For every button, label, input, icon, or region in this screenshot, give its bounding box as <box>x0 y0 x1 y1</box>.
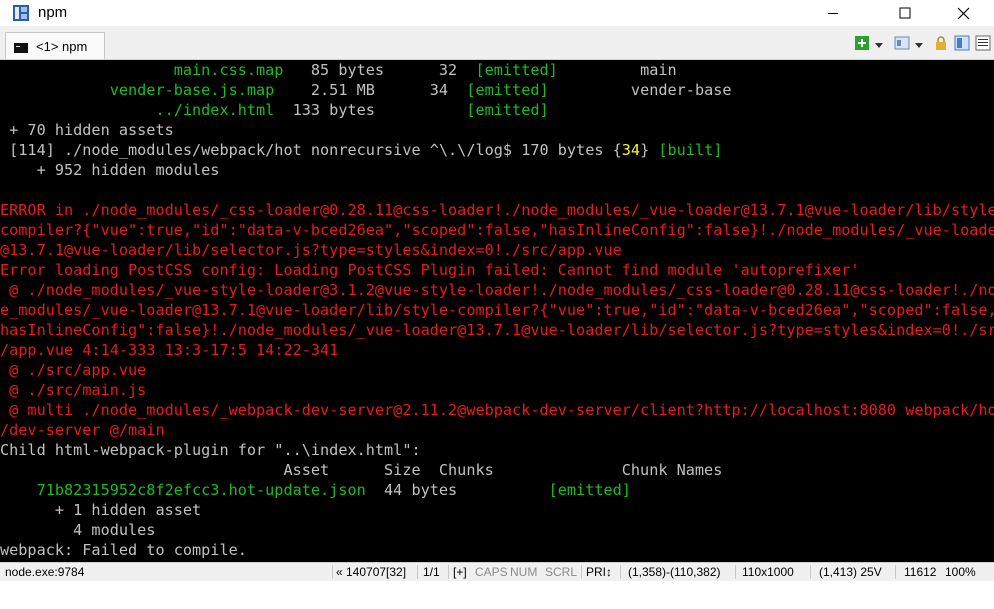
close-icon <box>957 7 969 19</box>
console-text: [emitted] <box>466 101 549 119</box>
console-text: 44 bytes <box>365 481 549 499</box>
tab-npm[interactable]: <1> npm <box>5 32 105 59</box>
console-text: @ multi ./node_modules/_webpack-dev-serv… <box>0 401 994 419</box>
title-bar: npm <box>0 0 994 26</box>
console-line: 4 modules <box>0 520 994 540</box>
console-text: + 952 hidden modules <box>0 161 220 179</box>
console-text: [built] <box>658 141 723 159</box>
status-page: 1/1 <box>423 565 440 579</box>
tab-label: <1> npm <box>36 38 88 54</box>
console-text: main <box>557 61 677 79</box>
console-line: webpack: Failed to compile. <box>0 540 994 560</box>
console-line: Asset Size Chunks Chunk Names <box>0 460 994 480</box>
console-icon <box>14 41 28 53</box>
menu-icon[interactable] <box>975 35 991 51</box>
console-text: /app.vue 4:14-333 13:3-17:5 14:22-341 <box>0 341 339 359</box>
console-text: Child html-webpack-plugin for "..\index.… <box>0 441 421 459</box>
console-line: @ ./node_modules/_vue-style-loader@3.1.2… <box>0 280 994 300</box>
console-text: [emitted] <box>548 481 631 499</box>
console-text: 4 modules <box>0 521 156 539</box>
status-caps: CAPS <box>475 565 508 579</box>
console-text: 133 bytes <box>274 101 467 119</box>
status-process: node.exe:9784 <box>5 565 85 579</box>
status-buffer-size: 110x1000 <box>742 565 794 579</box>
console-line: 71b82315952c8f2efcc3.hot-update.json 44 … <box>0 480 994 500</box>
status-scrl: SCRL <box>545 565 578 579</box>
console-text: 34 <box>621 141 641 159</box>
close-button[interactable] <box>940 0 986 26</box>
status-insert-mode: [+] <box>453 565 467 579</box>
console-text: + 70 hidden assets <box>0 121 174 139</box>
console-line: compiler?{"vue":true,"id":"data-v-bced26… <box>0 220 994 240</box>
minimize-button[interactable] <box>810 0 856 26</box>
console-text: /dev-server @/main <box>0 421 165 439</box>
console-line: ../index.html 133 bytes [emitted] <box>0 100 994 120</box>
maximize-icon <box>899 7 911 19</box>
console-text: [emitted] <box>466 81 549 99</box>
console-line: /app.vue 4:14-333 13:3-17:5 14:22-341 <box>0 340 994 360</box>
console-text: @ ./src/app.vue <box>0 361 147 379</box>
console-line: ERROR in ./node_modules/_css-loader@0.28… <box>0 200 994 220</box>
lock-icon[interactable] <box>933 35 949 51</box>
console-text: [emitted] <box>475 61 558 79</box>
console-text: @ ./src/main.js <box>0 381 147 399</box>
console-line: + 952 hidden modules <box>0 160 994 180</box>
console-text: } <box>640 141 659 159</box>
status-position: « 140707[32] <box>336 565 407 579</box>
status-selection: (1,358)-(110,382) <box>628 565 721 579</box>
console-text: vender-base.js.map <box>0 81 275 99</box>
status-zoom: 100% <box>945 565 976 579</box>
console-line: + 1 hidden asset <box>0 500 994 520</box>
console-output[interactable]: main.css.map 85 bytes 32 [emitted] main … <box>0 60 994 562</box>
window-icon[interactable] <box>894 35 910 51</box>
console-line: vender-base.js.map 2.51 MB 34 [emitted] … <box>0 80 994 100</box>
console-line: Child html-webpack-plugin for "..\index.… <box>0 440 994 460</box>
new-console-icon[interactable] <box>854 35 870 51</box>
tab-bar: <1> npm <box>0 26 994 60</box>
console-line: [114] ./node_modules/webpack/hot nonrecu… <box>0 140 994 160</box>
resize-grip-icon[interactable] <box>981 567 994 609</box>
dropdown-arrow-icon[interactable] <box>914 37 924 48</box>
console-line: @ ./src/main.js <box>0 380 994 400</box>
minimize-icon <box>828 13 838 14</box>
status-num: NUM <box>510 565 538 579</box>
console-line: @ multi ./node_modules/_webpack-dev-serv… <box>0 400 994 420</box>
console-text: ../index.html <box>0 101 275 119</box>
status-bar: node.exe:9784 « 140707[32] 1/1 [+] CAPS … <box>0 562 994 581</box>
console-text: 85 bytes 32 <box>283 61 476 79</box>
maximize-button[interactable] <box>882 0 928 26</box>
console-text: e_modules/_vue-loader@13.7.1@vue-loader/… <box>0 301 994 319</box>
console-text: 71b82315952c8f2efcc3.hot-update.json <box>0 481 366 499</box>
console-line: main.css.map 85 bytes 32 [emitted] main <box>0 60 994 80</box>
status-pid: 11612 <box>904 565 937 579</box>
console-text: Asset Size Chunks Chunk Names <box>0 461 723 479</box>
dropdown-arrow-icon[interactable] <box>874 37 884 48</box>
console-text: Error loading PostCSS config: Loading Po… <box>0 261 860 279</box>
console-text: 2.51 MB 34 <box>274 81 467 99</box>
console-line: @13.7.1@vue-loader/lib/selector.js?type=… <box>0 240 994 260</box>
console-text: compiler?{"vue":true,"id":"data-v-bced26… <box>0 221 994 239</box>
console-line: + 70 hidden assets <box>0 120 994 140</box>
status-priority: PRI↕ <box>586 565 613 579</box>
console-text: @13.7.1@vue-loader/lib/selector.js?type=… <box>0 241 622 259</box>
console-line: /dev-server @/main <box>0 420 994 440</box>
console-text: [114] ./node_modules/webpack/hot nonrecu… <box>0 141 622 159</box>
console-text: webpack: Failed to compile. <box>0 541 247 559</box>
app-icon <box>12 4 30 22</box>
console-line: hasInlineConfig":false}!./node_modules/_… <box>0 320 994 340</box>
split-panel-icon[interactable] <box>954 35 970 51</box>
console-text: ERROR in ./node_modules/_css-loader@0.28… <box>0 201 994 219</box>
window-title: npm <box>38 4 68 21</box>
console-text: @ ./node_modules/_vue-style-loader@3.1.2… <box>0 281 994 299</box>
console-line: Error loading PostCSS config: Loading Po… <box>0 260 994 280</box>
status-cursor: (1,413) 25V <box>819 565 882 579</box>
console-line: e_modules/_vue-loader@13.7.1@vue-loader/… <box>0 300 994 320</box>
console-line: @ ./src/app.vue <box>0 360 994 380</box>
console-text: vender-base <box>548 81 732 99</box>
console-text: main.css.map <box>0 61 284 79</box>
console-text: + 1 hidden asset <box>0 501 202 519</box>
console-text: hasInlineConfig":false}!./node_modules/_… <box>0 321 994 339</box>
